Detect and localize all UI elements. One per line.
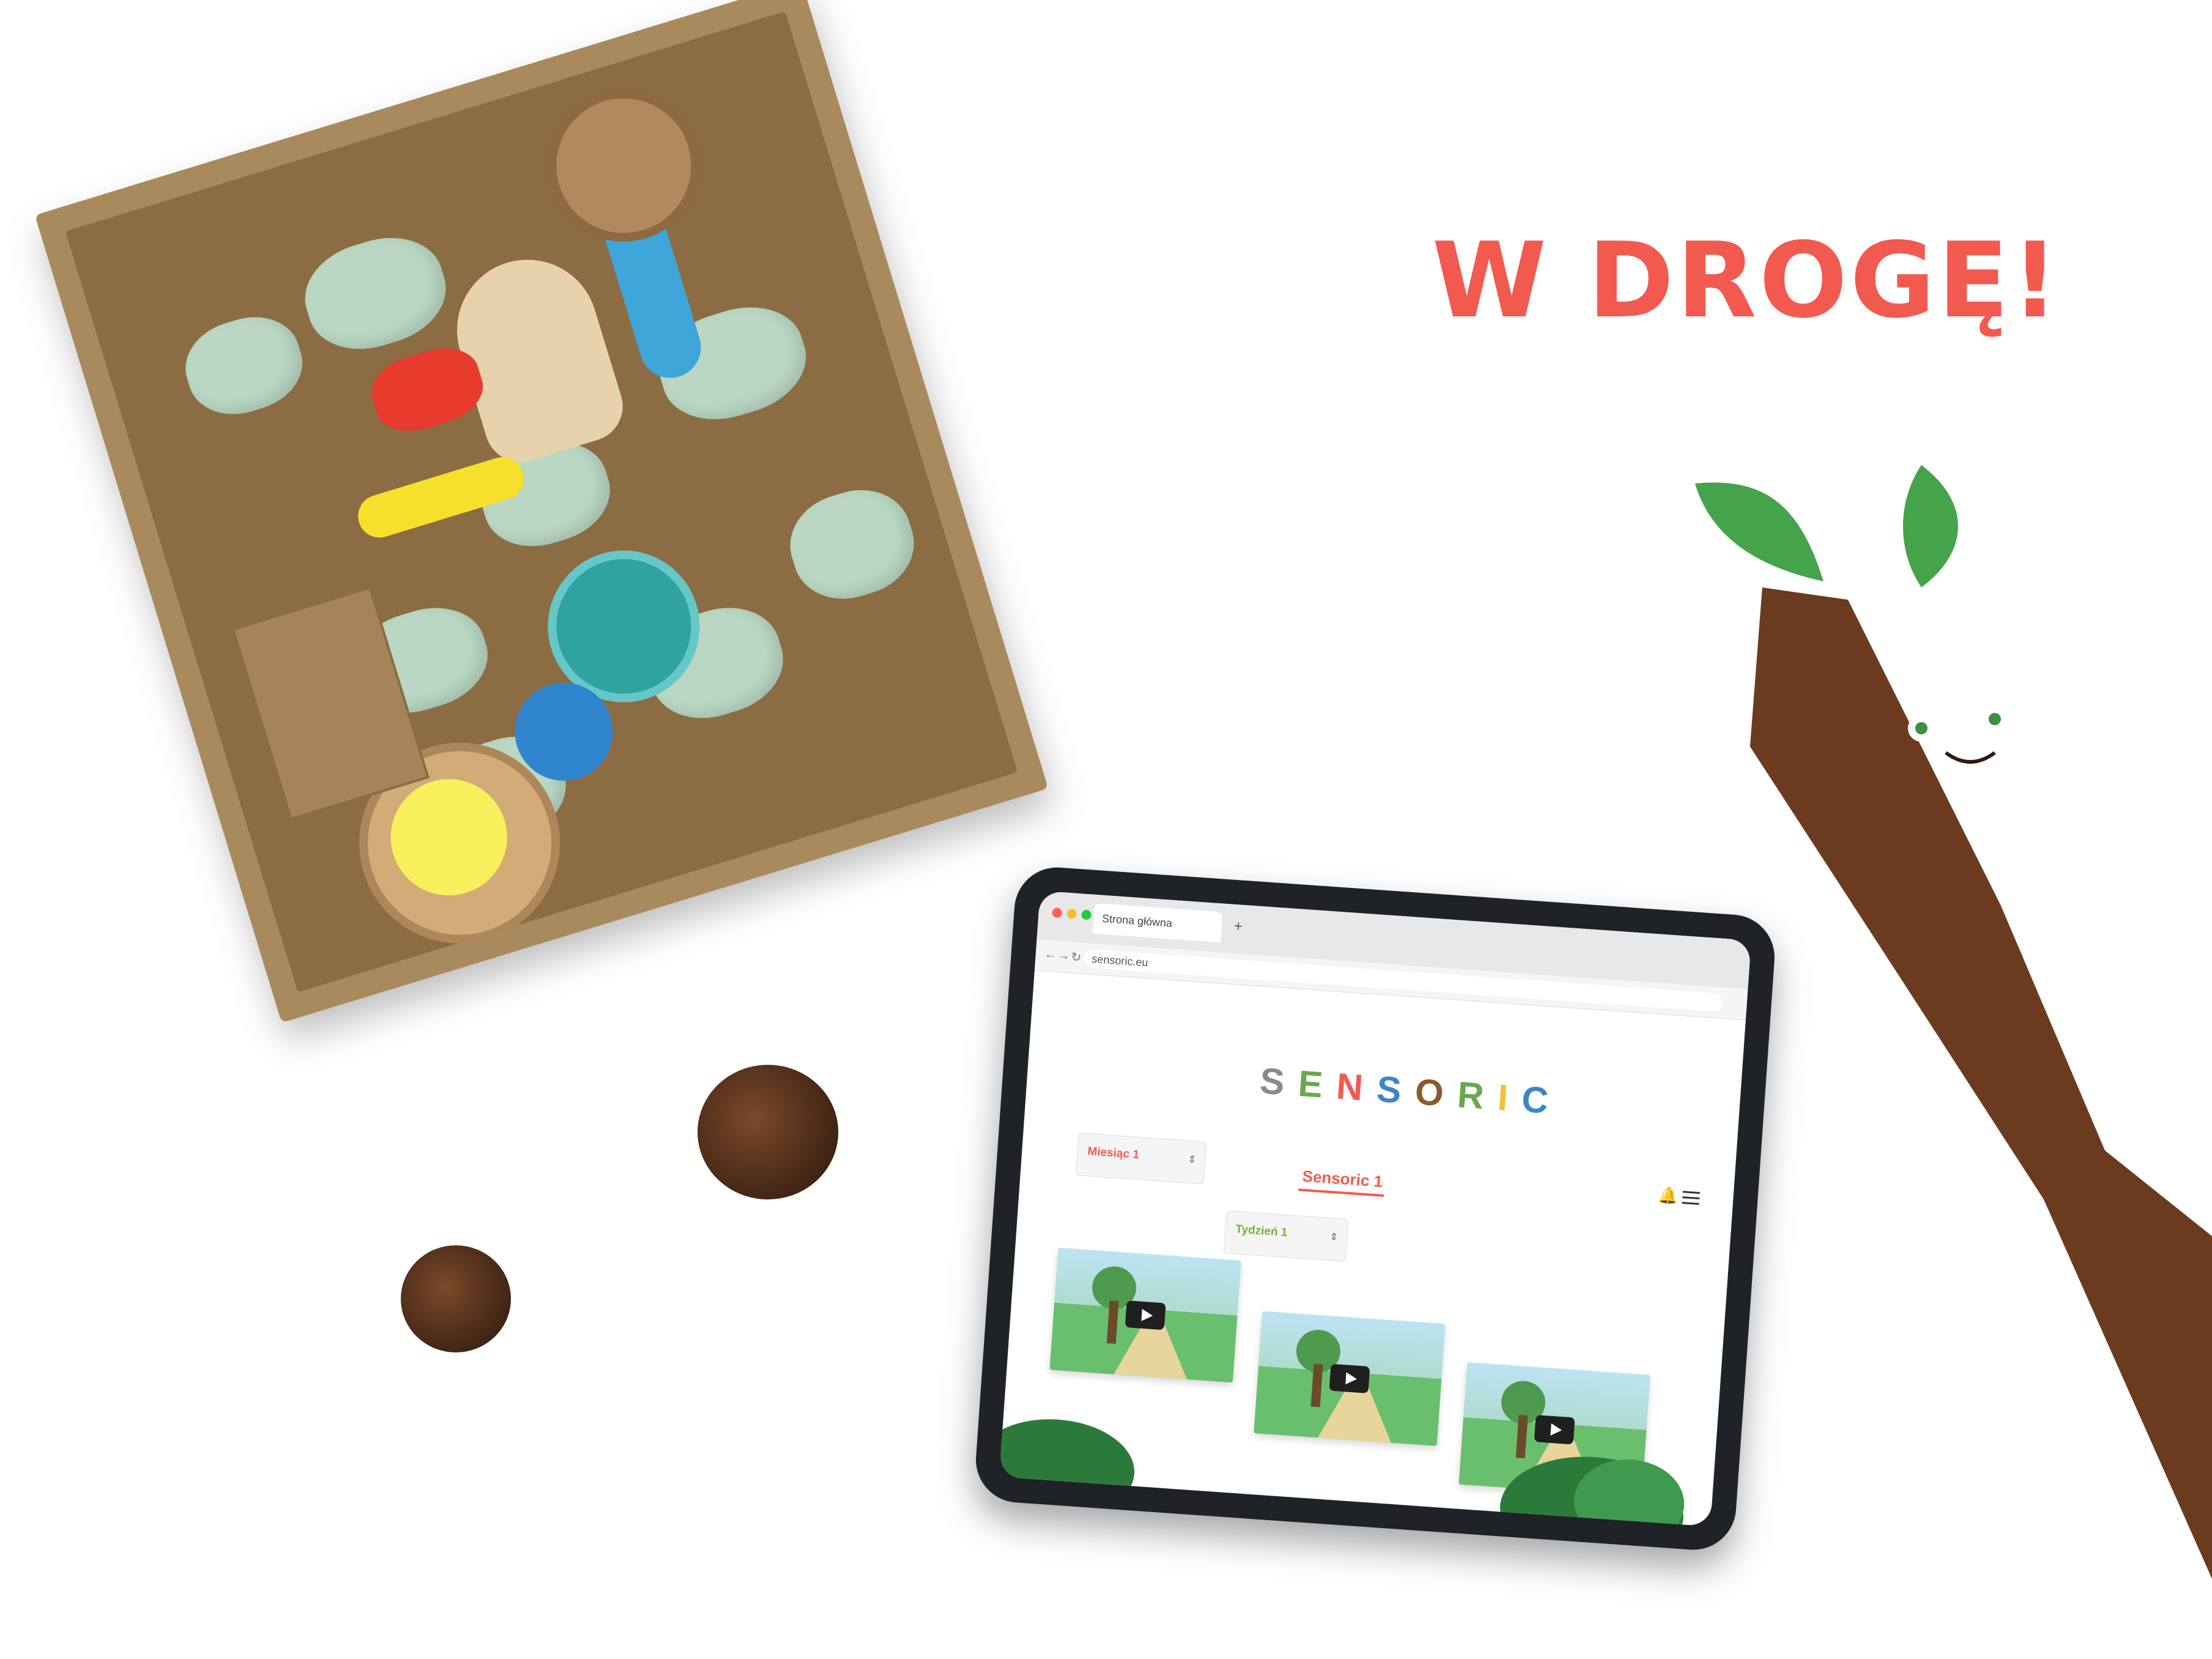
foam-piece bbox=[778, 477, 926, 613]
logo-letter: S bbox=[1258, 1060, 1288, 1103]
video-thumbnail-1[interactable] bbox=[1049, 1248, 1242, 1383]
foam-piece bbox=[292, 223, 458, 364]
sensoric-logo[interactable]: S E N S O R I C bbox=[1259, 1059, 1552, 1122]
tree-mascot bbox=[1695, 465, 2212, 1579]
headline: W DROGĘ! bbox=[1432, 220, 2061, 341]
section-title[interactable]: Sensoric 1 bbox=[1302, 1167, 1383, 1191]
box-interior bbox=[65, 11, 1018, 993]
minimize-window-icon[interactable] bbox=[1066, 908, 1077, 919]
logo-letter: E bbox=[1297, 1062, 1326, 1106]
leaf-icon bbox=[1903, 465, 1958, 587]
logo-letter: R bbox=[1456, 1073, 1488, 1117]
pupil-icon bbox=[1915, 722, 1927, 734]
maximize-window-icon[interactable] bbox=[1081, 909, 1092, 920]
paper-cup bbox=[529, 70, 719, 261]
back-icon[interactable]: ← bbox=[1044, 947, 1057, 962]
sensory-box bbox=[34, 0, 1049, 1023]
leaf-icon bbox=[1695, 482, 1823, 581]
pupil-icon bbox=[1989, 713, 2001, 725]
week-select[interactable]: Tydzień 1 ⇕ bbox=[1223, 1210, 1349, 1262]
play-icon[interactable] bbox=[1534, 1415, 1575, 1445]
video-thumbnail-2[interactable] bbox=[1253, 1311, 1446, 1446]
new-tab-icon[interactable]: + bbox=[1234, 918, 1243, 936]
close-window-icon[interactable] bbox=[1051, 908, 1062, 919]
tab-title: Strona główna bbox=[1101, 912, 1173, 930]
select-arrows-icon: ⇕ bbox=[1329, 1231, 1339, 1243]
play-icon[interactable] bbox=[1329, 1363, 1370, 1393]
browser-tab[interactable]: Strona główna bbox=[1092, 903, 1223, 943]
logo-letter: N bbox=[1335, 1065, 1366, 1109]
smile-icon bbox=[1945, 751, 1996, 764]
pine-cone bbox=[698, 1065, 838, 1199]
logo-letter: I bbox=[1496, 1076, 1511, 1119]
month-select-label: Miesiąc 1 bbox=[1087, 1145, 1140, 1161]
trunk bbox=[1750, 587, 2212, 1579]
select-arrows-icon: ⇕ bbox=[1187, 1154, 1197, 1166]
week-select-label: Tydzień 1 bbox=[1235, 1223, 1288, 1240]
logo-letter: C bbox=[1520, 1078, 1552, 1122]
logo-letter: S bbox=[1375, 1068, 1405, 1111]
month-select[interactable]: Miesiąc 1 ⇕ bbox=[1075, 1132, 1207, 1185]
reload-icon[interactable]: ↻ bbox=[1071, 949, 1082, 965]
forward-icon[interactable]: → bbox=[1057, 949, 1070, 963]
play-icon[interactable] bbox=[1125, 1300, 1166, 1330]
pine-cone bbox=[401, 1245, 511, 1352]
logo-letter: O bbox=[1413, 1071, 1447, 1114]
foam-piece bbox=[174, 304, 313, 427]
